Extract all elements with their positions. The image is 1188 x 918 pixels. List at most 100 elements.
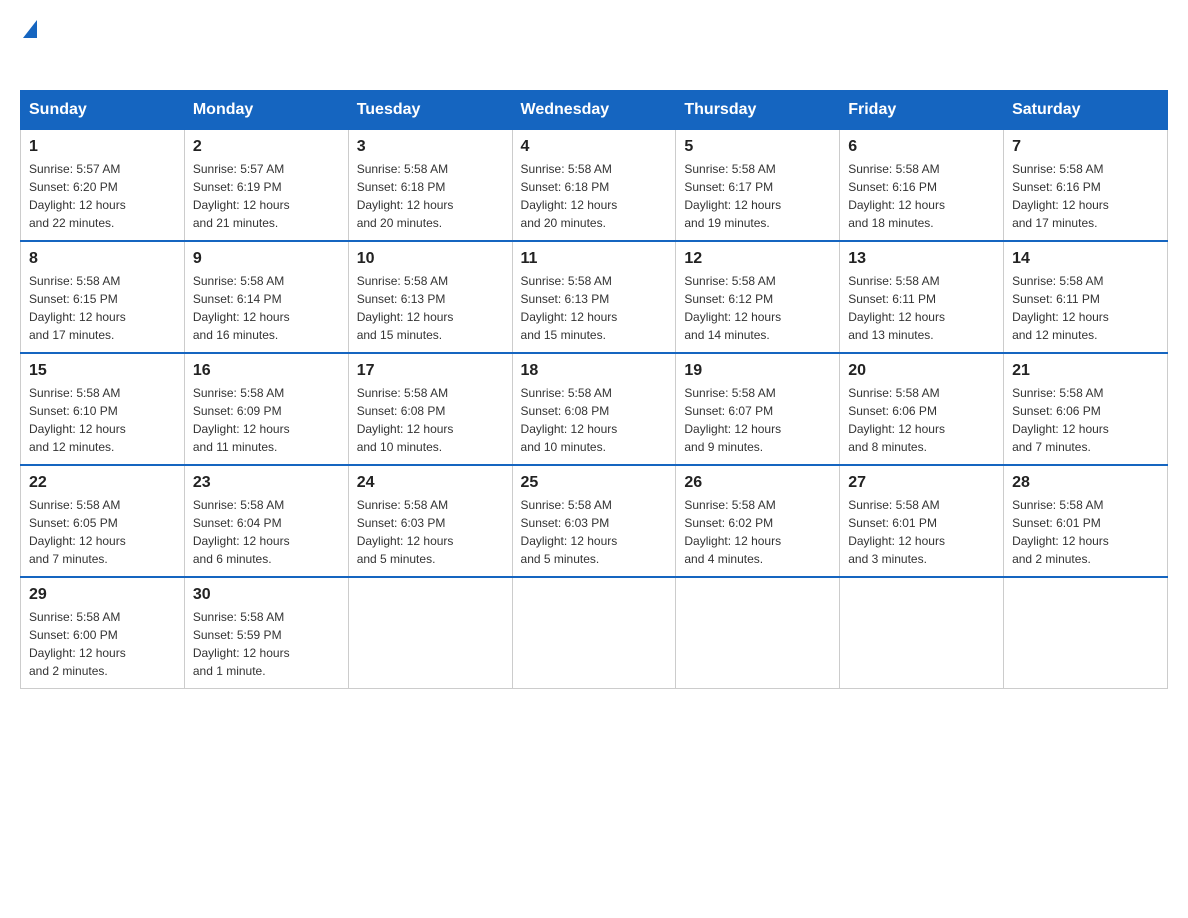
calendar-cell: 4 Sunrise: 5:58 AMSunset: 6:18 PMDaylight…	[512, 130, 676, 242]
day-number: 8	[29, 250, 176, 268]
calendar-cell: 20 Sunrise: 5:58 AMSunset: 6:06 PMDayligh…	[840, 353, 1004, 465]
day-info: Sunrise: 5:58 AMSunset: 6:11 PMDaylight:…	[1012, 272, 1159, 344]
day-number: 2	[193, 138, 340, 156]
day-info: Sunrise: 5:57 AMSunset: 6:19 PMDaylight:…	[193, 160, 340, 232]
calendar-cell: 18Sunrise: 5:58 AMSunset: 6:08 PMDayligh…	[512, 353, 676, 465]
day-number: 9	[193, 250, 340, 268]
calendar-cell	[840, 577, 1004, 689]
calendar-cell: 17Sunrise: 5:58 AMSunset: 6:08 PMDayligh…	[348, 353, 512, 465]
calendar-cell	[512, 577, 676, 689]
weekday-header-wednesday: Wednesday	[512, 91, 676, 130]
day-info: Sunrise: 5:58 AMSunset: 5:59 PMDaylight:…	[193, 608, 340, 680]
calendar-cell: 5 Sunrise: 5:58 AMSunset: 6:17 PMDaylight…	[676, 130, 840, 242]
calendar-cell: 22Sunrise: 5:58 AMSunset: 6:05 PMDayligh…	[21, 465, 185, 577]
day-number: 10	[357, 250, 504, 268]
day-info: Sunrise: 5:58 AMSunset: 6:12 PMDaylight:…	[684, 272, 831, 344]
day-info: Sunrise: 5:58 AMSunset: 6:06 PMDaylight:…	[848, 384, 995, 456]
day-number: 26	[684, 474, 831, 492]
weekday-header-sunday: Sunday	[21, 91, 185, 130]
day-info: Sunrise: 5:58 AMSunset: 6:04 PMDaylight:…	[193, 496, 340, 568]
calendar-cell: 28 Sunrise: 5:58 AMSunset: 6:01 PMDayligh…	[1004, 465, 1168, 577]
day-info: Sunrise: 5:57 AMSunset: 6:20 PMDaylight:…	[29, 160, 176, 232]
day-number: 19	[684, 362, 831, 380]
day-info: Sunrise: 5:58 AMSunset: 6:17 PMDaylight:…	[684, 160, 831, 232]
day-info: Sunrise: 5:58 AMSunset: 6:05 PMDaylight:…	[29, 496, 176, 568]
calendar-cell: 29 Sunrise: 5:58 AMSunset: 6:00 PMDayligh…	[21, 577, 185, 689]
day-info: Sunrise: 5:58 AMSunset: 6:06 PMDaylight:…	[1012, 384, 1159, 456]
calendar-cell: 25 Sunrise: 5:58 AMSunset: 6:03 PMDayligh…	[512, 465, 676, 577]
day-info: Sunrise: 5:58 AMSunset: 6:11 PMDaylight:…	[848, 272, 995, 344]
day-number: 29	[29, 586, 176, 604]
weekday-header-monday: Monday	[184, 91, 348, 130]
day-number: 4	[521, 138, 668, 156]
day-number: 24	[357, 474, 504, 492]
day-number: 14	[1012, 250, 1159, 268]
calendar-cell	[676, 577, 840, 689]
page-header	[20, 20, 1168, 70]
day-info: Sunrise: 5:58 AMSunset: 6:09 PMDaylight:…	[193, 384, 340, 456]
day-number: 13	[848, 250, 995, 268]
day-number: 25	[521, 474, 668, 492]
day-number: 1	[29, 138, 176, 156]
weekday-header-saturday: Saturday	[1004, 91, 1168, 130]
day-info: Sunrise: 5:58 AMSunset: 6:03 PMDaylight:…	[521, 496, 668, 568]
day-info: Sunrise: 5:58 AMSunset: 6:16 PMDaylight:…	[1012, 160, 1159, 232]
day-number: 30	[193, 586, 340, 604]
calendar-cell: 10Sunrise: 5:58 AMSunset: 6:13 PMDayligh…	[348, 241, 512, 353]
day-info: Sunrise: 5:58 AMSunset: 6:10 PMDaylight:…	[29, 384, 176, 456]
calendar-cell: 8 Sunrise: 5:58 AMSunset: 6:15 PMDaylight…	[21, 241, 185, 353]
day-info: Sunrise: 5:58 AMSunset: 6:18 PMDaylight:…	[357, 160, 504, 232]
day-info: Sunrise: 5:58 AMSunset: 6:15 PMDaylight:…	[29, 272, 176, 344]
calendar-week-row: 1 Sunrise: 5:57 AMSunset: 6:20 PMDaylight…	[21, 130, 1168, 242]
day-number: 15	[29, 362, 176, 380]
calendar-cell: 6 Sunrise: 5:58 AMSunset: 6:16 PMDaylight…	[840, 130, 1004, 242]
day-info: Sunrise: 5:58 AMSunset: 6:18 PMDaylight:…	[521, 160, 668, 232]
calendar-cell: 7 Sunrise: 5:58 AMSunset: 6:16 PMDaylight…	[1004, 130, 1168, 242]
calendar-cell: 24 Sunrise: 5:58 AMSunset: 6:03 PMDayligh…	[348, 465, 512, 577]
calendar-cell: 21 Sunrise: 5:58 AMSunset: 6:06 PMDayligh…	[1004, 353, 1168, 465]
day-number: 7	[1012, 138, 1159, 156]
calendar-week-row: 15 Sunrise: 5:58 AMSunset: 6:10 PMDayligh…	[21, 353, 1168, 465]
calendar-week-row: 22Sunrise: 5:58 AMSunset: 6:05 PMDayligh…	[21, 465, 1168, 577]
calendar-cell: 15 Sunrise: 5:58 AMSunset: 6:10 PMDayligh…	[21, 353, 185, 465]
day-number: 28	[1012, 474, 1159, 492]
day-info: Sunrise: 5:58 AMSunset: 6:03 PMDaylight:…	[357, 496, 504, 568]
day-info: Sunrise: 5:58 AMSunset: 6:02 PMDaylight:…	[684, 496, 831, 568]
day-info: Sunrise: 5:58 AMSunset: 6:01 PMDaylight:…	[1012, 496, 1159, 568]
calendar-cell: 1 Sunrise: 5:57 AMSunset: 6:20 PMDaylight…	[21, 130, 185, 242]
calendar-cell: 23 Sunrise: 5:58 AMSunset: 6:04 PMDayligh…	[184, 465, 348, 577]
weekday-header-thursday: Thursday	[676, 91, 840, 130]
calendar-cell: 13 Sunrise: 5:58 AMSunset: 6:11 PMDayligh…	[840, 241, 1004, 353]
day-number: 16	[193, 362, 340, 380]
calendar-cell	[1004, 577, 1168, 689]
day-number: 6	[848, 138, 995, 156]
day-number: 11	[521, 250, 668, 268]
day-number: 20	[848, 362, 995, 380]
day-info: Sunrise: 5:58 AMSunset: 6:01 PMDaylight:…	[848, 496, 995, 568]
calendar-week-row: 29 Sunrise: 5:58 AMSunset: 6:00 PMDayligh…	[21, 577, 1168, 689]
weekday-header-tuesday: Tuesday	[348, 91, 512, 130]
day-number: 3	[357, 138, 504, 156]
calendar-cell: 27 Sunrise: 5:58 AMSunset: 6:01 PMDayligh…	[840, 465, 1004, 577]
logo-triangle-icon	[23, 20, 37, 38]
calendar-cell: 16 Sunrise: 5:58 AMSunset: 6:09 PMDayligh…	[184, 353, 348, 465]
calendar-cell: 19 Sunrise: 5:58 AMSunset: 6:07 PMDayligh…	[676, 353, 840, 465]
day-number: 27	[848, 474, 995, 492]
day-number: 23	[193, 474, 340, 492]
calendar-cell: 12 Sunrise: 5:58 AMSunset: 6:12 PMDayligh…	[676, 241, 840, 353]
weekday-header-row: SundayMondayTuesdayWednesdayThursdayFrid…	[21, 91, 1168, 130]
day-number: 5	[684, 138, 831, 156]
day-info: Sunrise: 5:58 AMSunset: 6:07 PMDaylight:…	[684, 384, 831, 456]
day-info: Sunrise: 5:58 AMSunset: 6:08 PMDaylight:…	[357, 384, 504, 456]
calendar-cell: 11 Sunrise: 5:58 AMSunset: 6:13 PMDayligh…	[512, 241, 676, 353]
day-info: Sunrise: 5:58 AMSunset: 6:00 PMDaylight:…	[29, 608, 176, 680]
day-info: Sunrise: 5:58 AMSunset: 6:08 PMDaylight:…	[521, 384, 668, 456]
calendar-cell: 3 Sunrise: 5:58 AMSunset: 6:18 PMDaylight…	[348, 130, 512, 242]
day-number: 12	[684, 250, 831, 268]
day-info: Sunrise: 5:58 AMSunset: 6:13 PMDaylight:…	[521, 272, 668, 344]
day-info: Sunrise: 5:58 AMSunset: 6:16 PMDaylight:…	[848, 160, 995, 232]
calendar-table: SundayMondayTuesdayWednesdayThursdayFrid…	[20, 90, 1168, 689]
day-number: 21	[1012, 362, 1159, 380]
calendar-cell: 14 Sunrise: 5:58 AMSunset: 6:11 PMDayligh…	[1004, 241, 1168, 353]
weekday-header-friday: Friday	[840, 91, 1004, 130]
